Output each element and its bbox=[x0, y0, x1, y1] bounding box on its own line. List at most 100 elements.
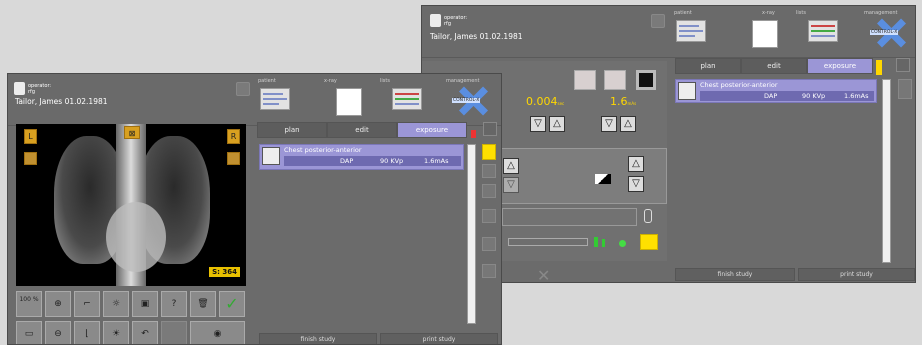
zoom-100-button[interactable]: 100 % bbox=[16, 291, 42, 317]
nav-management[interactable]: management CONTROL-X bbox=[858, 10, 915, 54]
rotate-icon[interactable]: ⌐ bbox=[74, 291, 100, 317]
workflow-tabs: plan edit exposure bbox=[257, 122, 467, 138]
patient-name: Tailor, James 01.02.1981 bbox=[15, 97, 108, 106]
view-eye-icon[interactable]: ◉ bbox=[190, 321, 245, 344]
side-button-3[interactable] bbox=[482, 184, 496, 198]
tab-exposure[interactable]: exposure bbox=[807, 58, 873, 74]
nav-patient[interactable]: patient bbox=[674, 10, 732, 54]
disabled-button[interactable] bbox=[161, 321, 187, 344]
side-button-4[interactable] bbox=[482, 209, 496, 223]
tab-plan[interactable]: plan bbox=[257, 122, 327, 138]
signal-bar-1 bbox=[594, 237, 598, 247]
exam-params: DAP 90 KVp 1.6mAs bbox=[700, 91, 874, 101]
mas-value: 1.6mAs bbox=[610, 95, 636, 108]
operator-icon[interactable] bbox=[14, 82, 25, 95]
mas-unit: mAs bbox=[627, 101, 637, 106]
finish-study-button[interactable]: finish study bbox=[259, 333, 377, 344]
nav-management-label: management bbox=[446, 78, 480, 84]
xray-image[interactable]: L ⊠ R S: 364 bbox=[16, 124, 246, 286]
time-number: 0.004 bbox=[526, 95, 558, 108]
mas-up-button[interactable]: △ bbox=[620, 116, 636, 132]
exam-params: DAP 90 KVp 1.6mAs bbox=[284, 156, 461, 166]
operator-id: rfg bbox=[444, 21, 451, 27]
tab-edit[interactable]: edit bbox=[327, 122, 397, 138]
mas-down-button[interactable]: ▽ bbox=[601, 116, 617, 132]
window-icon[interactable]: ▣ bbox=[132, 291, 158, 317]
lists-thumb bbox=[392, 88, 422, 110]
exam-item[interactable]: Chest posterior-anterior DAP 90 KVp 1.6m… bbox=[259, 144, 464, 170]
exam-title: Chest posterior-anterior bbox=[700, 81, 778, 89]
nav-lists-label: lists bbox=[796, 10, 806, 16]
field-button[interactable] bbox=[636, 70, 656, 90]
status-light bbox=[619, 240, 626, 247]
grid-button[interactable] bbox=[574, 70, 596, 90]
fullscreen-icon[interactable] bbox=[896, 58, 910, 72]
contrast-icon bbox=[595, 174, 611, 184]
nav-xray[interactable]: x-ray bbox=[318, 78, 376, 122]
left-marker: L bbox=[24, 129, 37, 144]
side-button-2[interactable] bbox=[482, 164, 496, 178]
contrast-down-button[interactable]: ▽ bbox=[628, 176, 644, 192]
nav-management-label: management bbox=[864, 10, 898, 16]
nav-xray-label: x-ray bbox=[324, 78, 337, 84]
print-study-button[interactable]: print study bbox=[798, 268, 915, 281]
finish-study-label: finish study bbox=[300, 336, 336, 343]
patient-thumb bbox=[676, 20, 706, 42]
fit-icon[interactable]: ▭ bbox=[16, 321, 42, 344]
exam-title: Chest posterior-anterior bbox=[284, 146, 362, 154]
header: operator: rfg Tailor, James 01.02.1981 p… bbox=[8, 74, 501, 126]
lock-icon[interactable] bbox=[236, 82, 250, 96]
exam-scrollbar[interactable] bbox=[467, 144, 476, 324]
progress-bar bbox=[508, 238, 588, 246]
nav-xray[interactable]: x-ray bbox=[734, 10, 792, 54]
tab-exposure[interactable]: exposure bbox=[397, 122, 467, 138]
tab-edit[interactable]: edit bbox=[741, 58, 807, 74]
fullscreen-icon[interactable] bbox=[483, 122, 497, 136]
contrast-up-button[interactable]: △ bbox=[628, 156, 644, 172]
brightness-icon[interactable]: ☼ bbox=[103, 291, 129, 317]
finish-study-button[interactable]: finish study bbox=[675, 268, 795, 281]
lock-icon[interactable] bbox=[651, 14, 665, 28]
heart-shadow bbox=[106, 202, 166, 272]
scan-indicator-icon bbox=[227, 152, 240, 165]
radiation-button[interactable] bbox=[640, 234, 658, 250]
zoom-out-icon[interactable]: ⊖ bbox=[45, 321, 71, 344]
time-down-button[interactable]: ▽ bbox=[530, 116, 546, 132]
zoom-in-icon[interactable]: ⊕ bbox=[45, 291, 71, 317]
management-logo-icon: CONTROL-X bbox=[452, 86, 488, 116]
flip-icon[interactable]: ⌊ bbox=[74, 321, 100, 344]
exam-item[interactable]: Chest posterior-anterior DAP 90 KVp 1.6m… bbox=[675, 79, 877, 103]
kv-up-button[interactable]: △ bbox=[503, 158, 519, 174]
side-button-1[interactable] bbox=[898, 79, 912, 99]
chamber-button[interactable] bbox=[604, 70, 626, 90]
side-button-6[interactable] bbox=[482, 264, 496, 278]
right-marker: R bbox=[227, 129, 240, 144]
signal-bar-2 bbox=[602, 239, 605, 247]
mgmt-logo-text: CONTROL-X bbox=[870, 30, 899, 35]
image-orientation-icon[interactable]: ⊠ bbox=[124, 126, 140, 139]
status-indicator bbox=[876, 60, 882, 75]
lists-thumb bbox=[808, 20, 838, 42]
time-up-button[interactable]: △ bbox=[549, 116, 565, 132]
nav-lists[interactable]: lists bbox=[380, 78, 438, 122]
nav-lists[interactable]: lists bbox=[796, 10, 854, 54]
operator-icon[interactable] bbox=[430, 14, 441, 27]
exam-scrollbar[interactable] bbox=[882, 79, 891, 263]
help-icon[interactable]: ? bbox=[161, 291, 187, 317]
status-indicator bbox=[471, 130, 476, 138]
trash-icon[interactable]: 🗑 bbox=[190, 291, 216, 317]
side-button-5[interactable] bbox=[482, 237, 496, 251]
nav-patient[interactable]: patient bbox=[258, 78, 316, 122]
tab-plan[interactable]: plan bbox=[675, 58, 741, 74]
kv-down-button[interactable]: ▽ bbox=[503, 177, 519, 193]
print-study-button[interactable]: print study bbox=[380, 333, 498, 344]
radiation-side-button[interactable] bbox=[482, 144, 496, 160]
nav-management[interactable]: management CONTROL-X bbox=[440, 78, 498, 122]
accept-check-icon[interactable]: ✓ bbox=[219, 291, 245, 317]
exam-dap: DAP bbox=[764, 92, 778, 100]
undo-icon[interactable]: ↶ bbox=[132, 321, 158, 344]
nav-patient-label: patient bbox=[674, 10, 692, 16]
nav-patient-label: patient bbox=[258, 78, 276, 84]
exam-kvp: 90 KVp bbox=[380, 157, 404, 165]
contrast-icon[interactable]: ☀ bbox=[103, 321, 129, 344]
